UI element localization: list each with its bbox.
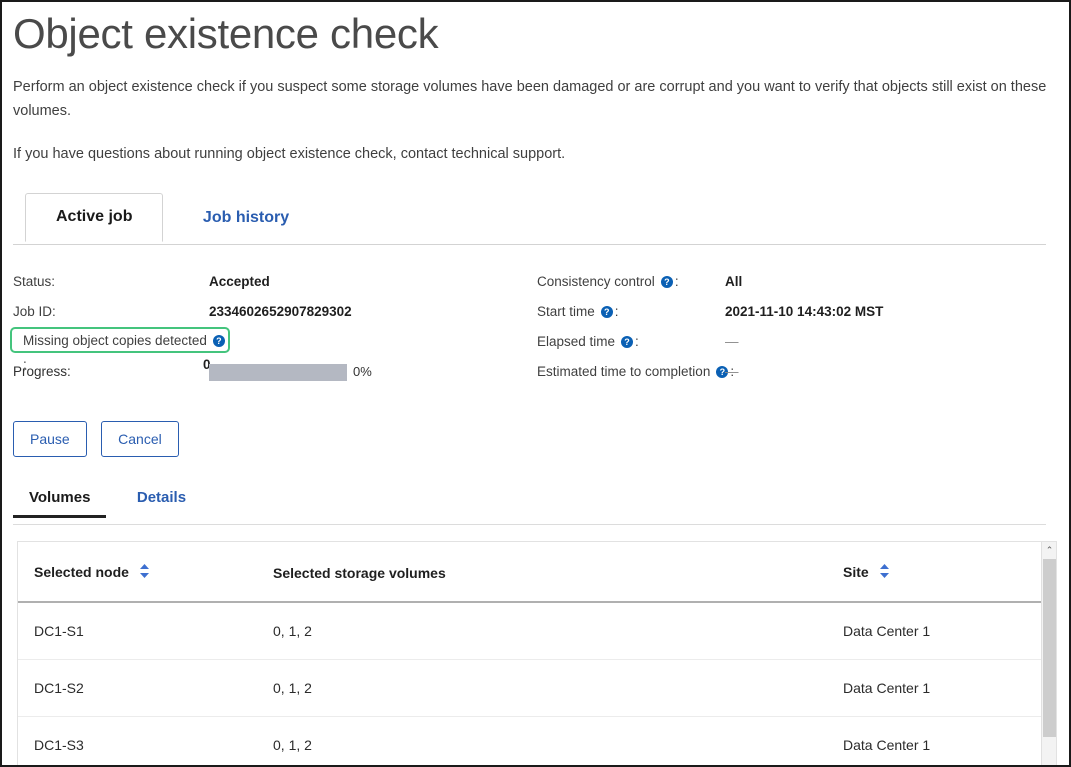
tab-job-history[interactable]: Job history <box>172 194 320 242</box>
tab-active-job[interactable]: Active job <box>25 193 163 242</box>
table-header: Selected node Selected storage volumes S… <box>18 542 1043 602</box>
intro-paragraph-2: If you have questions about running obje… <box>13 142 1048 167</box>
cell-selected-node: DC1-S2 <box>18 660 273 717</box>
page-title: Object existence check <box>13 8 1058 61</box>
help-icon[interactable]: ? <box>621 336 633 348</box>
table-vertical-scrollbar[interactable]: ⌃ <box>1041 542 1056 767</box>
scroll-up-icon[interactable]: ⌃ <box>1042 542 1057 558</box>
cell-site: Data Center 1 <box>843 602 1043 660</box>
cell-selected-node: DC1-S1 <box>18 602 273 660</box>
help-icon[interactable]: ? <box>601 306 613 318</box>
field-job-id-value: 2334602652907829302 <box>209 297 352 327</box>
sub-tab-bar: Volumes Details <box>13 489 1058 525</box>
field-consistency-control: Consistency control?: All <box>537 267 1067 297</box>
cancel-button[interactable]: Cancel <box>101 421 179 457</box>
field-elapsed-time-colon: : <box>635 327 639 357</box>
field-missing-object-copies-label: Missing object copies detected <box>23 329 207 353</box>
table-header-row: Selected node Selected storage volumes S… <box>18 542 1043 602</box>
table-row[interactable]: DC1-S1 0, 1, 2 Data Center 1 <box>18 602 1043 660</box>
sort-icon[interactable] <box>139 564 150 581</box>
field-estimated-time-label: Estimated time to completion <box>537 357 710 387</box>
cell-selected-storage-volumes: 0, 1, 2 <box>273 717 843 767</box>
cell-site: Data Center 1 <box>843 717 1043 767</box>
main-tab-bar: Active job Job history <box>13 193 1058 245</box>
field-elapsed-time: Elapsed time?: — <box>537 327 1067 357</box>
field-job-id: Job ID: 2334602652907829302 <box>13 297 533 327</box>
field-start-time-label: Start time <box>537 297 595 327</box>
help-icon[interactable]: ? <box>213 335 225 347</box>
field-consistency-control-colon: : <box>675 267 679 297</box>
column-header-selected-storage-volumes-label: Selected storage volumes <box>273 565 446 581</box>
field-start-time: Start time?: 2021-11-10 14:43:02 MST <box>537 297 1067 327</box>
table-row[interactable]: DC1-S3 0, 1, 2 Data Center 1 <box>18 717 1043 767</box>
cell-selected-storage-volumes: 0, 1, 2 <box>273 602 843 660</box>
field-elapsed-time-value: — <box>725 327 739 357</box>
column-header-selected-node-label: Selected node <box>34 564 129 580</box>
help-icon[interactable]: ? <box>661 276 673 288</box>
field-elapsed-time-label: Elapsed time <box>537 327 615 357</box>
pause-button[interactable]: Pause <box>13 421 87 457</box>
field-progress-label: Progress: <box>13 364 71 379</box>
page-frame: Object existence check Perform an object… <box>0 0 1071 767</box>
field-estimated-time-to-completion: Estimated time to completion?: — <box>537 357 1067 387</box>
field-start-time-colon: : <box>615 297 619 327</box>
progress-bar <box>209 364 347 381</box>
intro-paragraph-1: Perform an object existence check if you… <box>13 75 1048 125</box>
job-details-left-column: Status: Accepted Job ID: 233460265290782… <box>13 267 533 327</box>
field-status-label: Status: <box>13 267 55 297</box>
column-header-site-label: Site <box>843 564 869 580</box>
field-start-time-value: 2021-11-10 14:43:02 MST <box>725 297 883 327</box>
job-details: Status: Accepted Job ID: 233460265290782… <box>13 267 1058 395</box>
field-status-value: Accepted <box>209 267 270 297</box>
volumes-table-container: Selected node Selected storage volumes S… <box>17 541 1057 767</box>
column-header-selected-storage-volumes: Selected storage volumes <box>273 542 843 602</box>
page-content: Object existence check Perform an object… <box>2 2 1069 767</box>
table-row[interactable]: DC1-S2 0, 1, 2 Data Center 1 <box>18 660 1043 717</box>
field-estimated-time-value: — <box>725 357 739 387</box>
column-header-selected-node[interactable]: Selected node <box>18 542 273 602</box>
table-body: DC1-S1 0, 1, 2 Data Center 1 DC1-S2 0, 1… <box>18 602 1043 767</box>
cell-selected-storage-volumes: 0, 1, 2 <box>273 660 843 717</box>
field-job-id-label: Job ID: <box>13 297 56 327</box>
progress-percent: 0% <box>353 357 372 387</box>
field-progress: Progress: 0% <box>13 357 533 387</box>
field-consistency-control-label: Consistency control <box>537 267 655 297</box>
field-missing-object-copies: Missing object copies detected?: 0 <box>10 327 230 353</box>
job-details-right-column: Consistency control?: All Start time?: 2… <box>537 267 1067 387</box>
field-status: Status: Accepted <box>13 267 533 297</box>
tab-volumes[interactable]: Volumes <box>13 489 106 518</box>
cell-site: Data Center 1 <box>843 660 1043 717</box>
sort-icon[interactable] <box>879 564 890 581</box>
scrollbar-thumb[interactable] <box>1043 559 1056 737</box>
field-consistency-control-value: All <box>725 267 742 297</box>
cell-selected-node: DC1-S3 <box>18 717 273 767</box>
tab-details[interactable]: Details <box>121 489 202 518</box>
column-header-site[interactable]: Site <box>843 542 1043 602</box>
volumes-table: Selected node Selected storage volumes S… <box>18 542 1043 767</box>
action-buttons: Pause Cancel <box>13 421 1058 457</box>
